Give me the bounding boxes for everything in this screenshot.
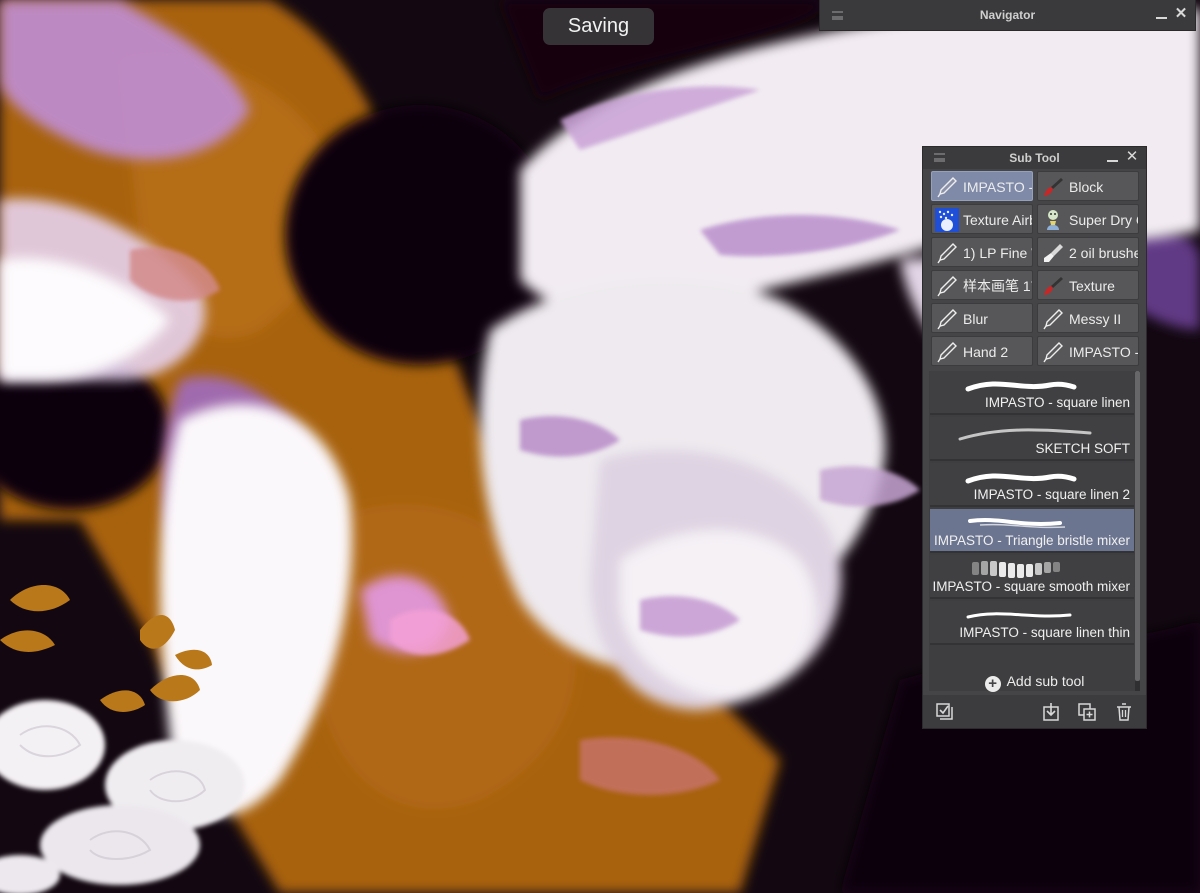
red-brush-icon	[1044, 178, 1063, 196]
pen-nib-icon	[937, 177, 957, 198]
sub-tool-settings-icon[interactable]	[935, 702, 955, 722]
sub-tool-bottom-bar	[923, 695, 1146, 728]
sub-tool-button[interactable]: 样本画笔 17	[931, 270, 1033, 300]
brush-list-item[interactable]: IMPASTO - square smooth mixer	[930, 555, 1134, 599]
trash-icon[interactable]	[1114, 702, 1134, 722]
saving-toast-text: Saving	[567, 15, 630, 37]
minimize-icon[interactable]	[1154, 7, 1168, 21]
navigator-panel: Navigator ✕	[819, 0, 1196, 31]
brush-list-scrollbar[interactable]	[1135, 371, 1140, 691]
sub-tool-header: Sub Tool ✕	[923, 147, 1146, 169]
airbrush-icon	[935, 208, 959, 232]
plus-circle-icon: +	[984, 676, 1001, 692]
pen-nib-icon	[937, 276, 957, 297]
pen-nib-icon	[937, 309, 957, 330]
sub-tool-button[interactable]: Blur	[931, 303, 1033, 333]
pen-nib-icon	[937, 342, 957, 363]
sub-tool-button[interactable]: 2 oil brushes	[1037, 237, 1139, 267]
sub-tool-button[interactable]: Messy II	[1037, 303, 1139, 333]
import-icon[interactable]	[1041, 702, 1061, 722]
sub-tool-button[interactable]: Texture Airbrush	[931, 204, 1033, 234]
close-icon[interactable]: ✕	[1174, 6, 1188, 21]
saving-toast: Saving	[543, 8, 654, 45]
sub-tool-button[interactable]: Block	[1037, 171, 1139, 201]
duplicate-icon[interactable]	[1077, 702, 1097, 722]
pen-nib-icon	[1043, 309, 1063, 330]
minimize-icon[interactable]	[1105, 150, 1119, 164]
brush-list-item[interactable]: IMPASTO - square linen thin	[930, 601, 1134, 645]
sub-tool-button[interactable]: Hand 2	[931, 336, 1033, 366]
scrollbar-thumb[interactable]	[1135, 371, 1140, 681]
flat-brush-icon	[1044, 244, 1063, 262]
close-icon[interactable]: ✕	[1125, 149, 1139, 164]
add-sub-tool-button[interactable]: + Add sub tool	[923, 673, 1146, 693]
brush-list-item[interactable]: IMPASTO - Triangle bristle mixer	[930, 509, 1134, 553]
sub-tool-button[interactable]: IMPASTO - square linen	[1037, 336, 1139, 366]
sub-tool-panel: Sub Tool ✕ IMPASTO - square linen Block …	[922, 146, 1147, 729]
navigator-title: Navigator	[979, 8, 1036, 22]
sub-tool-button[interactable]: IMPASTO - square linen	[931, 171, 1033, 201]
brush-list: IMPASTO - square linen SKETCH SOFT IMPAS…	[929, 371, 1135, 691]
pen-nib-icon	[937, 243, 957, 264]
sub-tool-button[interactable]: Texture	[1037, 270, 1139, 300]
figure-icon	[1047, 210, 1059, 230]
pen-nib-icon	[1043, 342, 1063, 363]
brush-list-item[interactable]: SKETCH SOFT	[930, 417, 1134, 461]
brush-list-item[interactable]: IMPASTO - square linen	[930, 371, 1134, 415]
brush-list-item[interactable]: IMPASTO - square linen 2	[930, 463, 1134, 507]
red-brush-icon	[1044, 277, 1063, 295]
sub-tool-button[interactable]: 1) LP Fine Wet	[931, 237, 1033, 267]
sub-tool-button[interactable]: Super Dry Gouache	[1037, 204, 1139, 234]
